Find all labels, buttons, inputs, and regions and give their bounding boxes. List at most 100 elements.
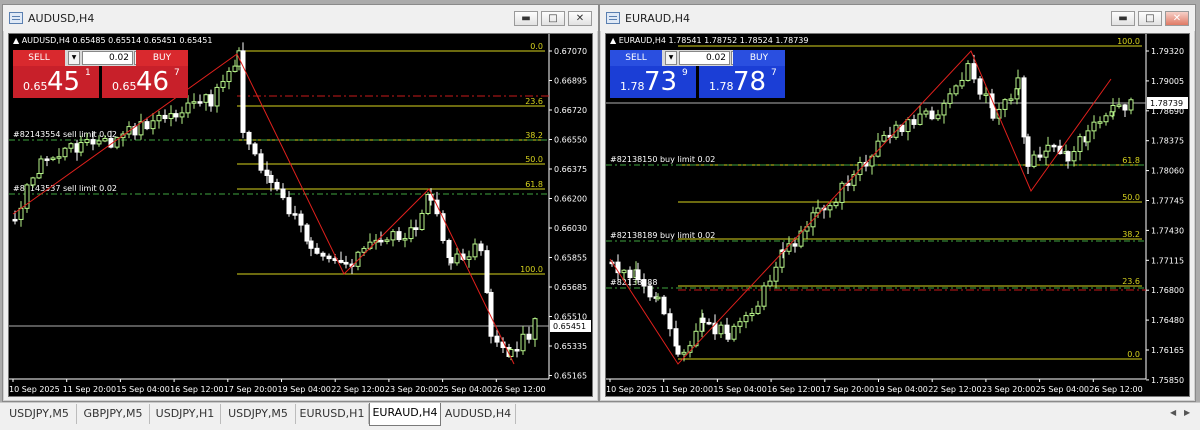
candle-bearish: [274, 181, 280, 190]
price-label: 0.66720: [554, 106, 587, 115]
chart-tab-active[interactable]: EURAUD,H4: [369, 403, 441, 426]
pending-order-label: #82143554 sell limit 0.02: [13, 130, 117, 139]
buy-price-prefix: 1.78: [709, 80, 734, 93]
candle-bearish: [990, 107, 996, 119]
price-label: 1.77115: [1151, 256, 1184, 265]
time-label: 11 Sep 20:00: [660, 385, 713, 394]
price-label: 1.77430: [1151, 226, 1184, 235]
close-button[interactable]: ✕: [568, 11, 592, 26]
candle-bullish: [1116, 104, 1122, 107]
candle-bullish: [50, 157, 56, 161]
maximize-button[interactable]: □: [541, 11, 565, 26]
candle-bullish: [62, 147, 68, 158]
price-label: 0.66895: [554, 77, 587, 86]
candle-bullish: [56, 156, 62, 159]
candle-bullish: [621, 269, 627, 274]
candle-bearish: [252, 143, 258, 155]
lot-size-input[interactable]: 0.02: [679, 51, 730, 65]
candle-bullish: [1110, 104, 1116, 113]
candle-bullish: [466, 256, 472, 260]
lot-decrease-arrow-icon[interactable]: ▼: [665, 51, 677, 65]
buy-price-button[interactable]: 0.65 46 7: [102, 66, 188, 98]
candle-bearish: [197, 101, 203, 104]
candle-bearish: [1021, 77, 1027, 138]
minimize-button[interactable]: ▬: [1111, 11, 1135, 26]
chart-window-icon: [606, 12, 620, 24]
buy-price-button[interactable]: 1.78 78 7: [699, 66, 785, 98]
candle-bullish: [881, 134, 887, 142]
candle-bearish: [526, 333, 532, 340]
candle-bullish: [1071, 151, 1077, 162]
chart-window-euraud[interactable]: EURAUD,H4 ▬ □ ✕ 1.79320 1.79005 1.78690 1.7…: [599, 4, 1196, 402]
sell-button[interactable]: SELL: [610, 50, 662, 66]
candle-bullish: [1103, 115, 1109, 123]
maximize-button[interactable]: □: [1138, 11, 1162, 26]
price-label: 0.66550: [554, 136, 587, 145]
candle-bullish: [1091, 121, 1097, 132]
candle-bearish: [971, 63, 977, 80]
candle-bearish: [286, 197, 292, 215]
candle-bearish: [494, 335, 500, 343]
candle-bearish: [308, 240, 314, 249]
candle-bullish: [1002, 99, 1008, 110]
candle-bearish: [258, 153, 264, 171]
up-arrow-icon: ▲: [610, 36, 617, 45]
time-label: 17 Sep 20:00: [224, 385, 277, 394]
fibonacci-level-label: 0.0: [530, 42, 543, 51]
candle-bearish: [378, 239, 384, 243]
sell-price-main: 45: [47, 67, 81, 97]
candle-bearish: [162, 114, 168, 120]
window-titlebar[interactable]: EURAUD,H4 ▬ □ ✕: [600, 5, 1195, 31]
chart-window-audusd[interactable]: AUDUSD,H4 ▬ □ ✕ 0.67070 0.66895 0.66720 0.6…: [2, 4, 599, 402]
candle-bullish: [78, 142, 84, 153]
tab-scroll-right-icon[interactable]: ▶: [1184, 408, 1190, 417]
sell-price-button[interactable]: 1.78 73 9: [610, 66, 696, 98]
tab-scroll-left-icon[interactable]: ◀: [1170, 408, 1176, 417]
price-label: 0.65855: [554, 254, 587, 263]
sell-price-main: 73: [644, 67, 678, 97]
candle-bullish: [408, 227, 414, 240]
chart-tab[interactable]: GBPJPY,M5: [77, 404, 150, 424]
sell-button[interactable]: SELL: [13, 50, 65, 66]
price-label: 0.66030: [554, 224, 587, 233]
current-price-label: 1.78739: [1150, 99, 1183, 108]
buy-price-point: 7: [771, 68, 777, 78]
time-label: 25 Sep 04:00: [439, 385, 492, 394]
candle-bullish: [232, 65, 238, 72]
buy-price-main: 46: [136, 67, 170, 97]
time-label: 15 Sep 04:00: [116, 385, 169, 394]
sell-price-button[interactable]: 0.65 45 1: [13, 66, 99, 98]
lot-size-input[interactable]: 0.02: [82, 51, 133, 65]
chart-tab[interactable]: EURUSD,H1: [296, 404, 369, 424]
minimize-button[interactable]: ▬: [514, 11, 538, 26]
chart-tab-bar: USDJPY,M5 GBPJPY,M5 USDJPY,H1 USDJPY,M5 …: [0, 402, 1200, 430]
chart-tab[interactable]: USDJPY,M5: [2, 404, 77, 424]
buy-button[interactable]: BUY: [136, 50, 188, 66]
price-chart[interactable]: 1.79320 1.79005 1.78690 1.78375 1.78060 1.777…: [605, 33, 1190, 397]
chart-tab[interactable]: USDJPY,H1: [150, 404, 221, 424]
candle-bearish: [446, 240, 452, 259]
candle-bullish: [185, 102, 191, 114]
price-chart[interactable]: 0.67070 0.66895 0.66720 0.66550 0.66375 0.662…: [8, 33, 593, 397]
candle-bearish: [977, 78, 983, 95]
candle-bullish: [96, 140, 102, 145]
price-label: 1.76165: [1151, 346, 1184, 355]
candle-bearish: [700, 317, 706, 323]
price-label: 0.67070: [554, 47, 587, 56]
candle-bullish: [718, 324, 724, 335]
buy-button[interactable]: BUY: [733, 50, 785, 66]
close-button[interactable]: ✕: [1165, 11, 1189, 26]
candle-bearish: [320, 252, 326, 257]
candle-bullish: [953, 85, 959, 95]
lot-decrease-arrow-icon[interactable]: ▼: [68, 51, 80, 65]
candle-bearish: [1025, 136, 1031, 167]
time-label: 19 Sep 04:00: [875, 385, 928, 394]
time-label: 25 Sep 04:00: [1036, 385, 1089, 394]
candle-bearish: [268, 174, 274, 183]
window-titlebar[interactable]: AUDUSD,H4 ▬ □ ✕: [3, 5, 598, 31]
candle-bearish: [478, 243, 484, 252]
candle-bullish: [1045, 144, 1051, 152]
chart-tab[interactable]: AUDUSD,H4: [441, 404, 516, 424]
chart-tab[interactable]: USDJPY,M5: [221, 404, 296, 424]
fibonacci-level-label: 61.8: [525, 180, 543, 189]
